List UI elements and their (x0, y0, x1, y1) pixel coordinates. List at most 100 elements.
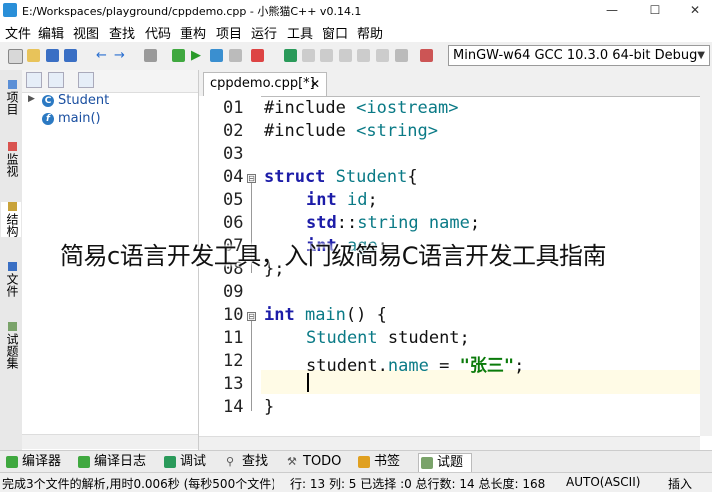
compile-log-icon (78, 456, 90, 468)
fold-guide (251, 321, 252, 411)
tree-item-student[interactable]: ▶ C Student (22, 92, 198, 110)
fold-toggle-icon[interactable]: ⊟ (247, 312, 256, 321)
window-title: E:/Workspaces/playground/cppdemo.cpp - 小… (22, 5, 362, 18)
run-icon[interactable]: ▶ (191, 49, 204, 62)
bottom-panel-tabs: 编译器 编译日志 调试 ⚲ 查找 ⚒ TODO 书签 试题 (0, 450, 712, 473)
code-token: . (377, 356, 388, 376)
code-line-5[interactable]: int id; (306, 190, 378, 210)
tab-compiler[interactable]: 编译器 (4, 453, 61, 471)
new-file-icon[interactable] (8, 49, 23, 64)
class-browser-scrollbar[interactable] (22, 434, 198, 449)
tab-debug[interactable]: 调试 (162, 453, 206, 471)
menu-window[interactable]: 窗口 (322, 23, 348, 42)
close-button[interactable]: ✕ (680, 1, 710, 19)
code-line-2[interactable]: #include <string> (264, 121, 438, 141)
code-token: } (264, 397, 275, 417)
tree-item-main[interactable]: f main() (22, 110, 198, 128)
line-number: 11 (223, 328, 244, 348)
step-into-icon[interactable] (320, 49, 333, 62)
tab-compile-log-label: 编译日志 (94, 454, 147, 469)
tab-debug-label: 调试 (180, 454, 207, 469)
gear-icon[interactable] (144, 49, 157, 62)
stop-debug-icon[interactable] (395, 49, 408, 62)
stop-icon[interactable] (251, 49, 264, 62)
line-number: 10 (223, 305, 244, 325)
maximize-button[interactable]: ☐ (640, 1, 670, 19)
code-token: = (428, 356, 460, 376)
menu-run[interactable]: 运行 (251, 23, 277, 42)
tab-watch[interactable]: 监视 (1, 142, 21, 177)
menu-search[interactable]: 查找 (109, 23, 135, 42)
class-browser-toolbar (22, 70, 198, 93)
editor-horizontal-scrollbar[interactable] (199, 436, 700, 451)
editor-tab-label: cppdemo.cpp[*] (210, 76, 315, 91)
menu-refactor[interactable]: 重构 (180, 23, 206, 42)
menu-code[interactable]: 代码 (145, 23, 171, 42)
tab-bookmarks[interactable]: 书签 (356, 453, 400, 471)
minimize-button[interactable]: — (597, 1, 627, 19)
tab-search-label: 查找 (242, 454, 269, 469)
editor-vertical-scrollbar[interactable] (700, 96, 712, 436)
status-encoding[interactable]: AUTO(ASCII) (566, 475, 640, 489)
debug-icon[interactable] (284, 49, 297, 62)
code-line-4[interactable]: struct Student{ (264, 167, 418, 187)
sort-type-icon[interactable] (48, 72, 64, 88)
tab-structure[interactable]: 结构 (1, 202, 21, 237)
rebuild-icon[interactable] (229, 49, 242, 62)
open-folder-icon[interactable] (27, 49, 40, 62)
problem-icon (421, 457, 433, 469)
tab-files[interactable]: 文件 (1, 262, 21, 297)
tab-todo[interactable]: ⚒ TODO (285, 453, 341, 471)
compiler-icon (6, 456, 18, 468)
tab-search[interactable]: ⚲ 查找 (224, 453, 268, 471)
close-icon[interactable]: ✕ (310, 73, 320, 95)
problem-set-icon (7, 322, 17, 331)
back-arrow-icon[interactable]: ← (96, 49, 109, 62)
code-token: <string> (345, 121, 439, 141)
fold-toggle-icon[interactable]: ⊟ (247, 174, 256, 183)
sort-alpha-icon[interactable] (26, 72, 42, 88)
tab-problem[interactable]: 试题 (418, 453, 473, 472)
text-caret (307, 373, 309, 392)
compiler-select[interactable]: MinGW-w64 GCC 10.3.0 64-bit Debug ▼ (448, 45, 710, 66)
files-icon (7, 262, 17, 271)
app-icon (3, 3, 17, 17)
code-line-11[interactable]: Student student; (306, 328, 470, 348)
tab-compile-log[interactable]: 编译日志 (76, 453, 146, 471)
expand-arrow-icon[interactable]: ▶ (28, 94, 35, 104)
code-line-10[interactable]: int main() { (264, 305, 387, 325)
tab-compiler-label: 编译器 (22, 454, 62, 469)
menu-help[interactable]: 帮助 (357, 23, 383, 42)
code-token: std (306, 213, 337, 233)
show-inherited-icon[interactable] (78, 72, 94, 88)
tab-structure-label: 结构 (5, 213, 19, 237)
editor-tab-cppdemo[interactable]: cppdemo.cpp[*] ✕ (203, 72, 327, 96)
save-icon[interactable] (46, 49, 59, 62)
forward-arrow-icon[interactable]: → (114, 49, 127, 62)
tab-problem-set[interactable]: 试题集 (1, 322, 21, 369)
menu-tools[interactable]: 工具 (287, 23, 313, 42)
run-to-cursor-icon[interactable] (357, 49, 370, 62)
compile-icon[interactable] (172, 49, 185, 62)
structure-icon (7, 202, 17, 211)
editor-tab-strip: cppdemo.cpp[*] ✕ (199, 70, 712, 97)
code-line-14[interactable]: } (264, 397, 274, 417)
menu-view[interactable]: 视图 (73, 23, 99, 42)
tab-problem-set-label: 试题集 (5, 333, 19, 369)
compile-run-icon[interactable] (210, 49, 223, 62)
save-all-icon[interactable] (64, 49, 77, 62)
line-number: 09 (223, 282, 244, 302)
continue-icon[interactable] (376, 49, 389, 62)
step-over-icon[interactable] (302, 49, 315, 62)
code-line-6[interactable]: std::string name; (306, 213, 480, 233)
glasses-icon[interactable] (420, 49, 433, 62)
line-number: 12 (223, 351, 244, 371)
menu-edit[interactable]: 编辑 (38, 23, 64, 42)
code-line-12[interactable]: student.name = "张三"; (306, 351, 524, 376)
menu-project[interactable]: 项目 (216, 23, 242, 42)
tab-project[interactable]: 项目 (1, 80, 21, 115)
code-line-1[interactable]: #include <iostream> (264, 98, 458, 118)
menu-file[interactable]: 文件 (5, 23, 31, 42)
step-out-icon[interactable] (339, 49, 352, 62)
code-token: () { (345, 305, 387, 325)
